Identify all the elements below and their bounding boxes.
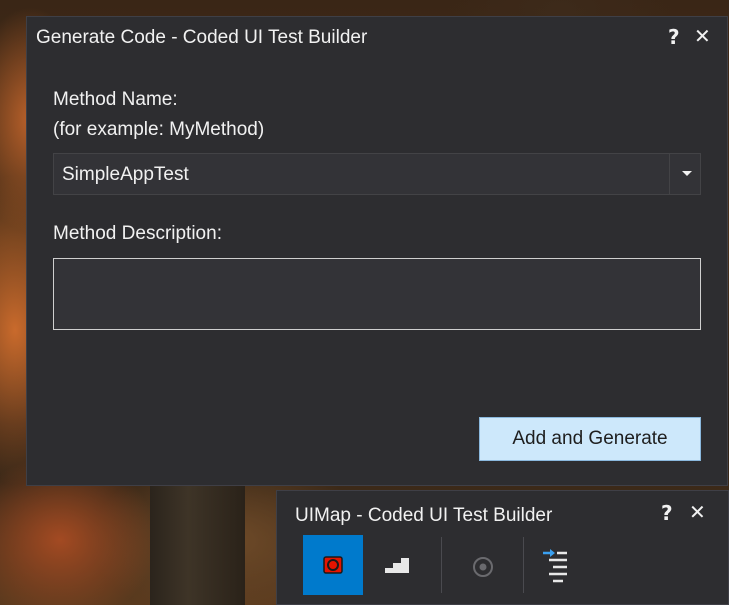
dialog-title: Generate Code - Coded UI Test Builder (36, 27, 368, 48)
toolbar-separator (441, 537, 442, 593)
recorded-steps-icon (385, 558, 409, 573)
dialog-close-button[interactable]: ✕ (694, 26, 711, 46)
method-name-label: Method Name: (53, 89, 178, 110)
chevron-down-icon[interactable] (682, 171, 692, 176)
record-button[interactable] (303, 535, 363, 595)
method-description-label: Method Description: (53, 223, 222, 244)
add-assertion-icon (473, 557, 493, 577)
recorded-steps-button[interactable] (371, 535, 431, 595)
dialog-help-button[interactable]: ? (668, 27, 680, 47)
generate-code-dialog: Generate Code - Coded UI Test Builder ? … (26, 16, 728, 486)
combobox-divider (669, 154, 670, 194)
uimap-toolbar-window: UIMap - Coded UI Test Builder ? ✕ (276, 490, 729, 605)
method-name-value[interactable]: SimpleAppTest (62, 164, 189, 186)
toolbar-separator (523, 537, 524, 593)
dialog-titlebar[interactable]: Generate Code - Coded UI Test Builder ? … (27, 17, 727, 57)
uimap-close-button[interactable]: ✕ (689, 502, 706, 522)
add-assertion-button[interactable] (453, 535, 513, 595)
record-icon (323, 556, 343, 574)
wallpaper-tree-trunk (150, 485, 245, 605)
uimap-title: UIMap - Coded UI Test Builder (295, 505, 553, 526)
add-and-generate-button[interactable]: Add and Generate (479, 417, 701, 461)
uimap-help-button[interactable]: ? (661, 503, 673, 523)
method-description-field[interactable] (53, 258, 701, 330)
generate-code-button[interactable] (531, 535, 591, 595)
method-name-hint: (for example: MyMethod) (53, 119, 265, 140)
generate-code-icon (543, 549, 567, 583)
add-and-generate-label: Add and Generate (512, 428, 668, 449)
method-name-combobox[interactable]: SimpleAppTest (53, 153, 701, 195)
